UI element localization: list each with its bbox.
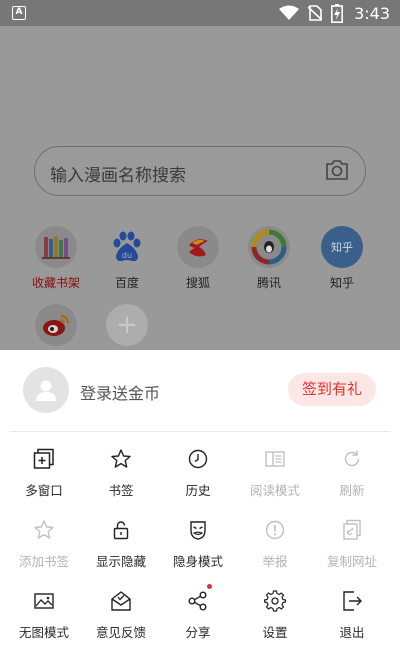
no-sim-icon <box>308 5 323 21</box>
menu-label: 历史 <box>185 483 211 498</box>
star-icon <box>111 449 131 468</box>
menu-label: 书签 <box>108 483 134 498</box>
menu-label: 显示隐藏 <box>95 554 146 569</box>
menu-label: 举报 <box>262 554 288 569</box>
menu-label: 添加书签 <box>18 554 69 569</box>
menu-feedback[interactable]: 意见反馈 <box>81 588 161 641</box>
user-icon <box>36 380 56 401</box>
menu-add-bookmark[interactable]: 添加书签 <box>4 517 84 570</box>
feedback-icon <box>111 591 131 611</box>
wifi-icon <box>279 5 300 20</box>
divider <box>10 431 390 432</box>
checkin-button[interactable]: 签到有礼 <box>288 373 376 406</box>
add-icon: + <box>106 304 148 346</box>
copy-link-icon <box>343 519 361 540</box>
mask-icon <box>190 521 206 540</box>
login-prompt[interactable]: 登录送金币 <box>80 380 160 404</box>
tencent-icon <box>248 226 290 268</box>
sohu-icon <box>177 226 219 268</box>
menu-incognito[interactable]: 隐身模式 <box>158 517 238 570</box>
site-label: 百度 <box>114 276 139 290</box>
search-placeholder: 输入漫画名称搜索 <box>50 166 186 186</box>
battery-charging-icon <box>331 3 344 23</box>
zhihu-icon: 知乎 <box>321 226 363 268</box>
menu-settings[interactable]: 设置 <box>235 588 315 641</box>
site-sohu[interactable]: 搜狐 <box>168 226 228 291</box>
site-baidu[interactable]: du 百度 <box>97 226 157 291</box>
notification-dot <box>207 584 212 589</box>
menu-label: 设置 <box>262 625 288 640</box>
menu-no-image[interactable]: 无图模式 <box>4 588 84 641</box>
site-weibo[interactable] <box>26 304 86 346</box>
bookshelf-icon <box>35 226 77 268</box>
baidu-icon: du <box>106 226 148 268</box>
refresh-icon <box>344 450 360 467</box>
menu-label: 复制网址 <box>326 554 377 569</box>
menu-show-hidden[interactable]: 显示隐藏 <box>81 517 161 570</box>
menu-history[interactable]: 历史 <box>158 446 238 499</box>
multi-window-icon <box>33 448 54 469</box>
status-bar: A 3:43 <box>0 0 400 26</box>
menu-label: 阅读模式 <box>249 483 300 498</box>
menu-row: 添加书签 显示隐藏 隐身模式 举报 复制网址 <box>0 517 400 588</box>
add-site-button[interactable]: + <box>97 304 157 346</box>
menu-share[interactable]: 分享 <box>158 584 238 641</box>
no-image-icon <box>34 593 54 609</box>
weibo-icon <box>35 304 77 346</box>
report-icon <box>265 520 285 540</box>
gear-icon <box>264 590 286 612</box>
site-label: 知乎 <box>329 276 354 290</box>
menu-copy-link[interactable]: 复制网址 <box>312 517 392 570</box>
search-bar[interactable]: 输入漫画名称搜索 <box>34 146 366 196</box>
add-bookmark-icon <box>34 520 54 539</box>
site-shelf[interactable]: 收藏书架 <box>26 226 86 291</box>
menu-sheet: 登录送金币 签到有礼 多窗口 书签 历史 阅读模式 刷新 添加书签 显示隐藏 隐… <box>0 350 400 650</box>
menu-row: 多窗口 书签 历史 阅读模式 刷新 <box>0 446 400 517</box>
camera-icon[interactable] <box>325 159 349 181</box>
menu-label: 多窗口 <box>25 483 63 498</box>
home-page-dimmed: 输入漫画名称搜索 收藏书架 du 百度 搜狐 腾讯 知乎 知乎 + <box>0 26 400 350</box>
site-zhihu[interactable]: 知乎 知乎 <box>312 226 372 291</box>
menu-label: 退出 <box>339 625 365 640</box>
site-label: 腾讯 <box>256 276 281 290</box>
menu-bookmarks[interactable]: 书签 <box>81 446 161 499</box>
menu-label: 隐身模式 <box>172 554 223 569</box>
clock-time: 3:43 <box>354 3 390 23</box>
reader-mode-icon <box>265 451 285 467</box>
menu-label: 分享 <box>185 625 211 640</box>
exit-icon <box>343 591 362 611</box>
menu-label: 刷新 <box>339 483 365 498</box>
menu-multi-window[interactable]: 多窗口 <box>4 446 84 499</box>
clock-icon <box>188 449 208 469</box>
menu-refresh[interactable]: 刷新 <box>312 446 392 499</box>
app-notification-icon: A <box>12 6 26 20</box>
share-icon <box>188 591 207 611</box>
site-tencent[interactable]: 腾讯 <box>239 226 299 291</box>
menu-reader-mode[interactable]: 阅读模式 <box>235 446 315 499</box>
menu-report[interactable]: 举报 <box>235 517 315 570</box>
site-label: 收藏书架 <box>31 276 80 290</box>
menu-label: 意见反馈 <box>95 625 146 640</box>
site-label: 搜狐 <box>185 276 210 290</box>
svg-text:du: du <box>122 251 132 260</box>
menu-exit[interactable]: 退出 <box>312 588 392 641</box>
avatar[interactable] <box>23 367 69 413</box>
menu-label: 无图模式 <box>18 625 69 640</box>
menu-row: 无图模式 意见反馈 分享 设置 退出 <box>0 584 400 650</box>
lock-icon <box>113 521 129 540</box>
menu-grid: 多窗口 书签 历史 阅读模式 刷新 添加书签 显示隐藏 隐身模式 举报 复制网址… <box>0 446 400 650</box>
